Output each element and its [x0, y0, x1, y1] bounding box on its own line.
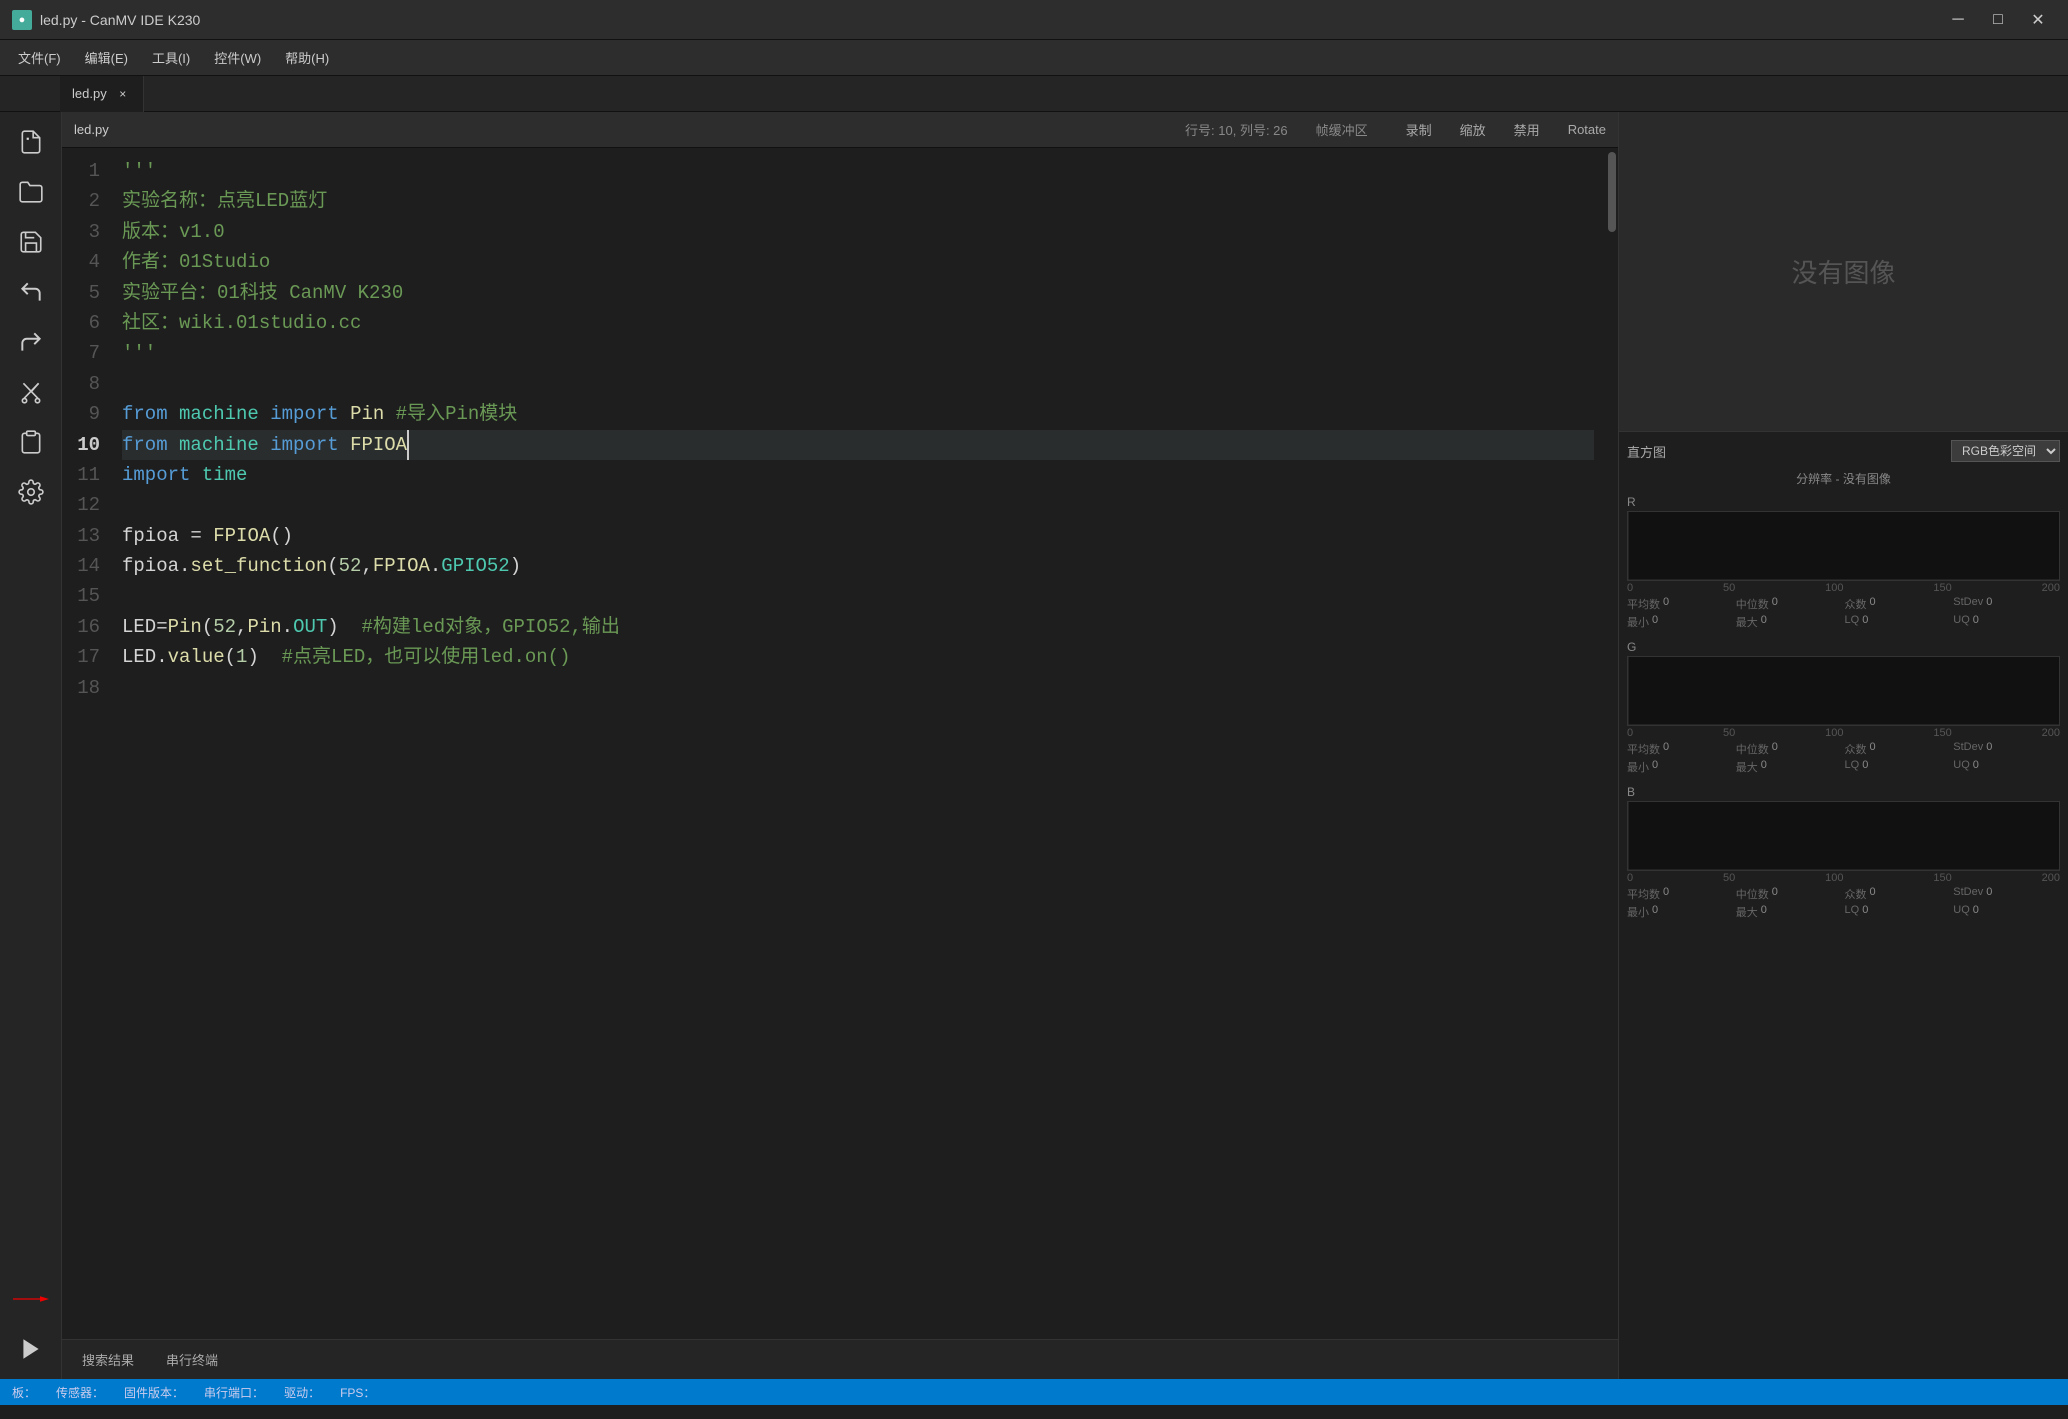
channel-r-chart — [1627, 511, 2060, 581]
line-numbers: 12345 6789 10 1112131415 161718 — [62, 148, 110, 1339]
title-bar-controls: ─ □ ✕ — [1940, 6, 2056, 34]
channel-g-axis: 050100150200 — [1627, 727, 2060, 739]
code-line-3: 版本：v1.0 — [122, 217, 1594, 247]
channel-r-stats: 平均数0 中位数0 众数0 StDev0 最小0 最大0 LQ0 UQ0 — [1627, 596, 2060, 630]
channel-r-axis: 050100150200 — [1627, 582, 2060, 594]
editor-container: led.py 行号: 10, 列号: 26 帧缓冲区 录制 缩放 禁用 Rota… — [62, 112, 1618, 1379]
editor-content: 12345 6789 10 1112131415 161718 ''' 实验名称… — [62, 148, 1618, 1339]
tab-led-py[interactable]: led.py × — [60, 76, 144, 112]
editor-position: 行号: 10, 列号: 26 — [1185, 120, 1288, 139]
channel-b-chart — [1627, 801, 2060, 871]
histogram-header: 直方图 RGB色彩空间 — [1627, 440, 2060, 462]
status-bar: 板： 传感器： 固件版本： 串行端口： 驱动： FPS： — [0, 1379, 2068, 1405]
close-button[interactable]: ✕ — [2020, 6, 2056, 34]
histogram-area: 直方图 RGB色彩空间 分辨率 - 没有图像 R 050100150200 — [1619, 432, 2068, 1379]
channel-g-block: G 050100150200 平均数0 中位数0 众数0 StDev0 最小0 — [1627, 640, 2060, 775]
play-button[interactable] — [9, 1327, 53, 1371]
settings-button[interactable] — [9, 470, 53, 514]
channel-b-label: B — [1627, 785, 2060, 799]
code-line-5: 实验平台：01科技 CanMV K230 — [122, 278, 1594, 308]
title-bar: ● led.py - CanMV IDE K230 ─ □ ✕ — [0, 0, 2068, 40]
tab-serial-terminal[interactable]: 串行终端 — [158, 1346, 226, 1373]
code-line-12 — [122, 490, 1594, 520]
code-line-2: 实验名称：点亮LED蓝灯 — [122, 186, 1594, 216]
editor-filename: led.py — [74, 122, 1177, 137]
channel-g-chart — [1627, 656, 2060, 726]
channel-b-stats: 平均数0 中位数0 众数0 StDev0 最小0 最大0 LQ0 UQ0 — [1627, 886, 2060, 920]
histogram-resolution: 分辨率 - 没有图像 — [1627, 470, 2060, 487]
sidebar — [0, 112, 62, 1379]
vertical-scrollbar[interactable] — [1606, 148, 1618, 1339]
code-line-1: ''' — [122, 156, 1594, 186]
editor-zoom-btn[interactable]: 缩放 — [1460, 120, 1486, 139]
color-space-select[interactable]: RGB色彩空间 — [1951, 440, 2060, 462]
bottom-panel: 搜索结果 串行终端 — [62, 1339, 1618, 1379]
code-line-16: LED= Pin ( 52 , Pin . OUT ) #构建led对象，GPI… — [122, 612, 1594, 642]
main-layout: led.py 行号: 10, 列号: 26 帧缓冲区 录制 缩放 禁用 Rota… — [0, 112, 2068, 1379]
histogram-title: 直方图 — [1627, 442, 1666, 461]
cut-button[interactable] — [9, 370, 53, 414]
status-board: 板： — [12, 1384, 36, 1401]
run-arrow-button[interactable] — [9, 1277, 53, 1321]
preview-area: 没有图像 — [1619, 112, 2068, 432]
code-line-10: from machine import FPIOA ​ — [122, 430, 1594, 460]
code-line-17: LED. value ( 1 ) #点亮LED，也可以使用led.on() — [122, 642, 1594, 672]
code-line-13: fpioa = FPIOA () — [122, 521, 1594, 551]
title-bar-text: led.py - CanMV IDE K230 — [40, 12, 1932, 28]
code-line-9: from machine import Pin #导入Pin模块 — [122, 399, 1594, 429]
editor-record-btn[interactable]: 录制 — [1406, 120, 1432, 139]
channel-b-block: B 050100150200 平均数0 中位数0 众数0 StDev0 最小0 — [1627, 785, 2060, 920]
status-driver: 驱动： — [284, 1384, 320, 1401]
code-line-4: 作者：01Studio — [122, 247, 1594, 277]
new-file-button[interactable] — [9, 120, 53, 164]
app-icon: ● — [12, 10, 32, 30]
editor-disable-btn[interactable]: 禁用 — [1514, 120, 1540, 139]
save-button[interactable] — [9, 220, 53, 264]
redo-button[interactable] — [9, 320, 53, 364]
code-line-14: fpioa. set_function ( 52 , FPIOA . GPIO5… — [122, 551, 1594, 581]
channel-r-block: R 050100150200 平均数0 中位数0 众数0 StDev0 最小0 — [1627, 495, 2060, 630]
tab-close-icon[interactable]: × — [115, 86, 131, 102]
code-line-6: 社区：wiki.01studio.cc — [122, 308, 1594, 338]
maximize-button[interactable]: □ — [1980, 6, 2016, 34]
channel-r-label: R — [1627, 495, 2060, 509]
menu-control[interactable]: 控件(W) — [204, 44, 271, 71]
code-line-7: ''' — [122, 338, 1594, 368]
code-area[interactable]: ''' 实验名称：点亮LED蓝灯 版本：v1.0 作者：01Studio 实验平… — [110, 148, 1606, 1339]
code-line-8 — [122, 369, 1594, 399]
right-panel: 没有图像 直方图 RGB色彩空间 分辨率 - 没有图像 R — [1618, 112, 2068, 1379]
open-folder-button[interactable] — [9, 170, 53, 214]
menu-file[interactable]: 文件(F) — [8, 44, 71, 71]
tab-bar: led.py × — [0, 76, 2068, 112]
paste-button[interactable] — [9, 420, 53, 464]
code-line-18 — [122, 673, 1594, 703]
tab-label: led.py — [72, 86, 107, 101]
status-sensor: 传感器： — [56, 1384, 104, 1401]
menu-help[interactable]: 帮助(H) — [275, 44, 339, 71]
status-serial: 串行端口： — [204, 1384, 264, 1401]
editor-header: led.py 行号: 10, 列号: 26 帧缓冲区 录制 缩放 禁用 Rota… — [62, 112, 1618, 148]
editor-rotate-btn[interactable]: Rotate — [1568, 122, 1606, 137]
menu-bar: 文件(F) 编辑(E) 工具(I) 控件(W) 帮助(H) — [0, 40, 2068, 76]
scroll-thumb[interactable] — [1608, 152, 1616, 232]
minimize-button[interactable]: ─ — [1940, 6, 1976, 34]
menu-edit[interactable]: 编辑(E) — [75, 44, 138, 71]
status-fps: FPS： — [340, 1384, 375, 1401]
code-line-15 — [122, 581, 1594, 611]
tab-search-results[interactable]: 搜索结果 — [74, 1346, 142, 1373]
editor-buffer-label: 帧缓冲区 — [1316, 120, 1368, 139]
code-line-11: import time — [122, 460, 1594, 490]
no-image-text: 没有图像 — [1791, 253, 1895, 290]
channel-b-axis: 050100150200 — [1627, 872, 2060, 884]
undo-button[interactable] — [9, 270, 53, 314]
channel-g-stats: 平均数0 中位数0 众数0 StDev0 最小0 最大0 LQ0 UQ0 — [1627, 741, 2060, 775]
menu-tools[interactable]: 工具(I) — [142, 44, 200, 71]
channel-g-label: G — [1627, 640, 2060, 654]
status-firmware: 固件版本： — [124, 1384, 184, 1401]
